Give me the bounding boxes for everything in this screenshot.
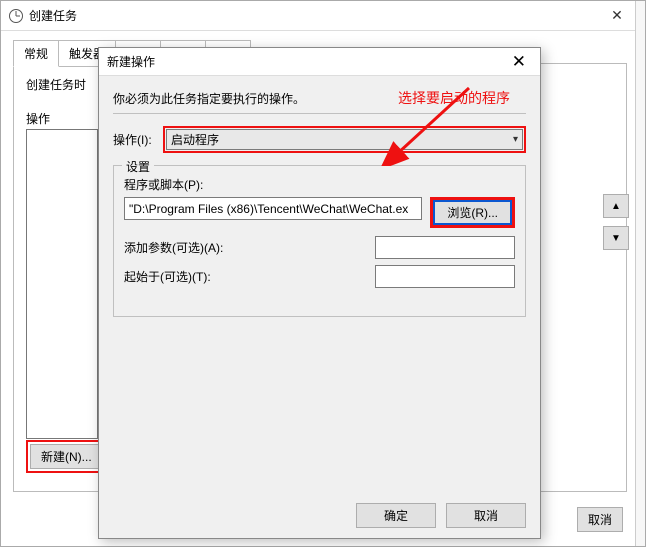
operation-column-header: 操作: [26, 110, 50, 127]
args-label: 添加参数(可选)(A):: [124, 239, 361, 256]
action-combobox-value: 启动程序: [171, 131, 219, 148]
cancel-button[interactable]: 取消: [446, 503, 526, 528]
settings-legend: 设置: [122, 158, 154, 175]
startin-input[interactable]: [375, 265, 515, 288]
order-spinner: ▲ ▼: [603, 194, 629, 250]
script-path-input[interactable]: [124, 197, 422, 220]
title-bar: 创建任务 ✕: [1, 1, 645, 31]
new-action-button[interactable]: 新建(N)...: [30, 444, 103, 469]
dialog-button-row: 确定 取消: [356, 503, 526, 528]
browse-button[interactable]: 浏览(R)...: [433, 200, 512, 225]
close-icon[interactable]: ✕: [597, 7, 637, 24]
tab-general[interactable]: 常规: [13, 40, 59, 67]
divider: [113, 113, 526, 114]
dialog-close-icon[interactable]: ✕: [506, 52, 532, 72]
script-label: 程序或脚本(P):: [124, 176, 515, 193]
move-down-button[interactable]: ▼: [603, 226, 629, 250]
chevron-down-icon: ▾: [513, 134, 518, 145]
actions-list[interactable]: [26, 129, 98, 439]
action-row: 操作(I): 启动程序 ▾: [113, 126, 526, 153]
dialog-title: 新建操作: [107, 53, 506, 70]
action-combobox[interactable]: 启动程序 ▾: [166, 129, 523, 150]
annotation-text: 选择要启动的程序: [398, 88, 510, 108]
action-label: 操作(I):: [113, 131, 163, 148]
move-up-button[interactable]: ▲: [603, 194, 629, 218]
args-input[interactable]: [375, 236, 515, 259]
window-title: 创建任务: [29, 7, 77, 24]
action-combo-highlight: 启动程序 ▾: [163, 126, 526, 153]
ok-button[interactable]: 确定: [356, 503, 436, 528]
new-action-dialog: 新建操作 ✕ 你必须为此任务指定要执行的操作。 选择要启动的程序 操作(I): …: [98, 47, 541, 539]
startin-label: 起始于(可选)(T):: [124, 268, 361, 285]
outer-cancel-button[interactable]: 取消: [577, 507, 623, 532]
task-scheduler-icon: [9, 9, 23, 23]
dialog-title-bar: 新建操作 ✕: [99, 48, 540, 76]
settings-fieldset: 设置 程序或脚本(P): 浏览(R)... 添加参数(可选)(A): 起始于(可…: [113, 165, 526, 317]
browse-button-highlight: 浏览(R)...: [430, 197, 515, 228]
new-button-highlight: 新建(N)...: [26, 440, 107, 473]
